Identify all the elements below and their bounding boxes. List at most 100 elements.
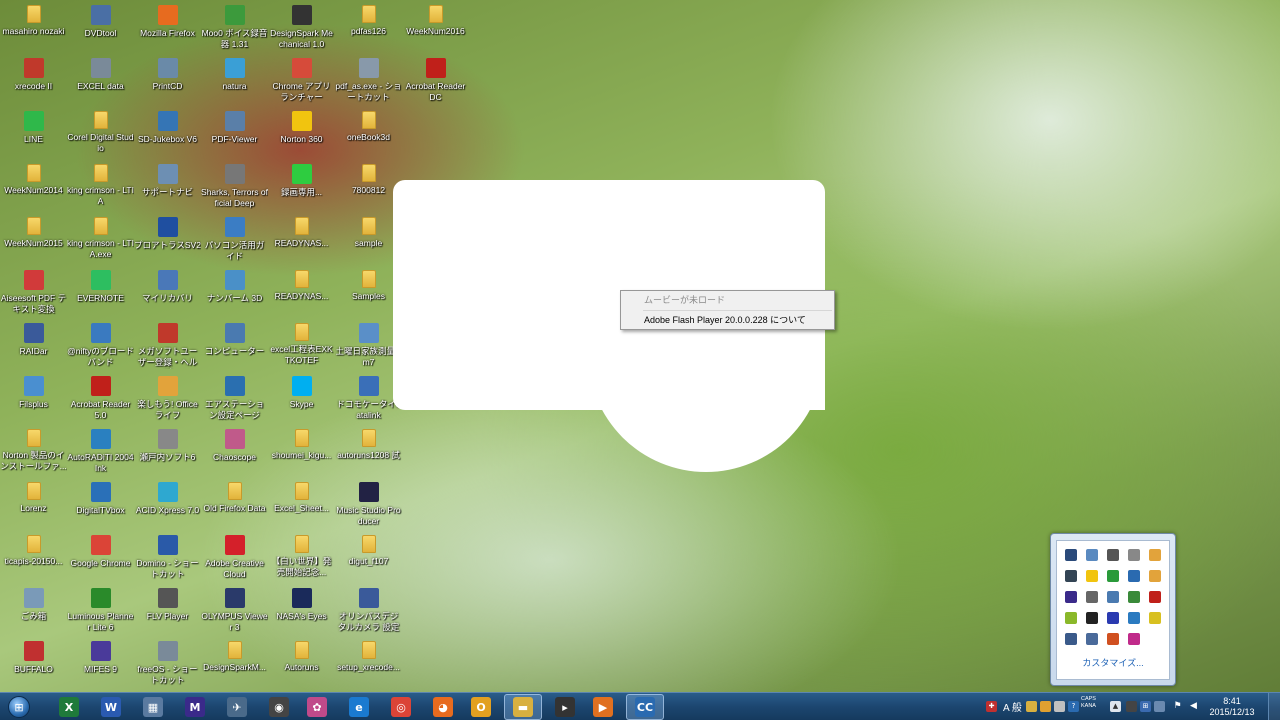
desktop-icon[interactable]: Aiseesoft PDF テキスト変換	[0, 267, 67, 320]
desktop-icon[interactable]: 土曜日家族測量.km7	[335, 320, 402, 373]
flash-content-circle[interactable]	[588, 236, 824, 472]
desktop-icon[interactable]: DigitalTVbox	[67, 479, 134, 532]
desktop-icon[interactable]: 楽しもう! Office ライフ	[134, 373, 201, 426]
action-center-flag-icon[interactable]: ⚑	[1172, 701, 1183, 712]
display-icon[interactable]	[1065, 570, 1077, 582]
taskbar-button[interactable]: ✈	[218, 694, 256, 720]
desktop-icon[interactable]: メガソフトユーザー登録・ヘルプ	[134, 320, 201, 373]
desktop-icon[interactable]: pdf_as.exe - ショートカット	[335, 55, 402, 108]
desktop-icon[interactable]: Norton 製品のインストールファ...	[0, 426, 67, 479]
ime-pad-icon[interactable]	[1026, 701, 1037, 712]
desktop-icon[interactable]: Domino - ショートカット	[134, 532, 201, 585]
security-icon[interactable]	[1065, 612, 1077, 624]
desktop-icon[interactable]: 7800812	[335, 161, 402, 214]
desktop-icon[interactable]: Mozilla Firefox	[134, 2, 201, 55]
desktop-icon[interactable]: Samples	[335, 267, 402, 320]
taskbar-button[interactable]: O	[462, 694, 500, 720]
taskbar-button[interactable]: ✿	[298, 694, 336, 720]
desktop-icon[interactable]: NASA's Eyes	[268, 585, 335, 638]
desktop-icon[interactable]: excel工程表EXKTKOTEF	[268, 320, 335, 373]
desktop-icon[interactable]: マイリカバリ	[134, 267, 201, 320]
desktop-icon[interactable]: DesignSpark Mechanical 1.0	[268, 2, 335, 55]
monitor-icon[interactable]	[1065, 549, 1077, 561]
desktop-icon[interactable]: READYNAS...	[268, 267, 335, 320]
desktop-icon[interactable]: Acrobat Reader 5.0	[67, 373, 134, 426]
desktop-icon[interactable]: natura	[201, 55, 268, 108]
taskbar-button[interactable]: W	[92, 694, 130, 720]
desktop-icon[interactable]: RAIDar	[0, 320, 67, 373]
desktop-icon[interactable]: ごみ箱	[0, 585, 67, 638]
desktop-icon[interactable]: freeOS - ショートカット	[134, 638, 201, 691]
desktop-icon[interactable]: プロアトラスSV2	[134, 214, 201, 267]
windows-flag-icon[interactable]: ⊞	[1140, 701, 1151, 712]
help-icon[interactable]: ?	[1068, 701, 1079, 712]
disc-icon[interactable]	[1086, 549, 1098, 561]
desktop-icon[interactable]: DesignSparkM...	[201, 638, 268, 691]
desktop-icon[interactable]: WeekNum2014	[0, 161, 67, 214]
desktop-icon[interactable]: ドコモケータイdatalink	[335, 373, 402, 426]
desktop-icon[interactable]: MIFES 9	[67, 638, 134, 691]
desktop-icon[interactable]: Filsplus	[0, 373, 67, 426]
taskbar-button[interactable]: ▶	[584, 694, 622, 720]
desktop-icon[interactable]: Chrome アプリ ランチャー	[268, 55, 335, 108]
desktop-icon[interactable]: パソコン活用ガイド	[201, 214, 268, 267]
acrobat-tray-icon[interactable]	[1149, 591, 1161, 603]
usb-icon[interactable]	[1107, 591, 1119, 603]
gear-icon[interactable]	[1149, 570, 1161, 582]
desktop-icon[interactable]: 【白い世界】発売開始記念...	[268, 532, 335, 585]
desktop-icon[interactable]: king crimson - LTIA	[67, 161, 134, 214]
desktop-icon[interactable]: BUFFALO	[0, 638, 67, 691]
lan-icon[interactable]	[1086, 633, 1098, 645]
desktop-icon[interactable]: EXCEL data	[67, 55, 134, 108]
desktop-icon[interactable]: ナンバーム 3D	[201, 267, 268, 320]
desktop-icon[interactable]: DVDtool	[67, 2, 134, 55]
desktop-icon[interactable]: pdfas126	[335, 2, 402, 55]
desktop-icon[interactable]: Music Studio Producer	[335, 479, 402, 532]
network-signal-icon[interactable]	[1126, 701, 1137, 712]
ime-indicator[interactable]: A 般	[1003, 699, 1022, 714]
norton-tray-icon[interactable]	[1086, 570, 1098, 582]
speaker-icon[interactable]: ◀	[1188, 701, 1199, 712]
taskbar-button[interactable]: e	[340, 694, 378, 720]
desktop-icon[interactable]: autoruns1208 試	[335, 426, 402, 479]
desktop-icon[interactable]: FLV Player	[134, 585, 201, 638]
desktop-icon[interactable]: Google Chrome	[67, 532, 134, 585]
desktop-icon[interactable]: xrecode II	[0, 55, 67, 108]
desktop-icon[interactable]: Sharks, Terrors official Deep	[201, 161, 268, 214]
mifes-tray-icon[interactable]	[1065, 591, 1077, 603]
shield-icon[interactable]: ✚	[986, 701, 997, 712]
tv-icon[interactable]	[1107, 612, 1119, 624]
start-button[interactable]: ⊞	[2, 693, 36, 720]
desktop-icon[interactable]: WeekNum2015	[0, 214, 67, 267]
desktop-icon[interactable]: Corel Digital Studio	[67, 108, 134, 161]
desktop-icon[interactable]: masahiro nozaki	[0, 2, 67, 55]
desktop-icon[interactable]: Luminous Planner Lite 6	[67, 585, 134, 638]
desktop-icon[interactable]: READYNAS...	[268, 214, 335, 267]
desktop-icon[interactable]: Acrobat Reader DC	[402, 55, 469, 108]
desktop-icon[interactable]: EVERNOTE	[67, 267, 134, 320]
speaker-tray-icon[interactable]	[1086, 612, 1098, 624]
menu-item-about-flash-player[interactable]: Adobe Flash Player 20.0.0.228 について	[621, 311, 834, 330]
taskbar-button[interactable]: CC	[626, 694, 664, 720]
desktop-icon[interactable]: sample	[335, 214, 402, 267]
ime-tools-icon[interactable]	[1054, 701, 1065, 712]
desktop-icon[interactable]: WeekNum2016	[402, 2, 469, 55]
desktop-icon[interactable]: PrintCD	[134, 55, 201, 108]
tray-customize-link[interactable]: カスタマイズ...	[1057, 656, 1169, 669]
taskbar-button[interactable]: X	[50, 694, 88, 720]
desktop-icon[interactable]: Skype	[268, 373, 335, 426]
desktop-icon[interactable]: Adobe Creative Cloud	[201, 532, 268, 585]
desktop-icon[interactable]: Chaoscope	[201, 426, 268, 479]
desktop-icon[interactable]: SD-Jukebox V6	[134, 108, 201, 161]
taskbar-button[interactable]: ◕	[424, 694, 462, 720]
desktop-icon[interactable]: oneBook3d	[335, 108, 402, 161]
taskbar-button[interactable]: ▬	[504, 694, 542, 720]
device-icon[interactable]	[1065, 633, 1077, 645]
taskbar-button[interactable]: ◎	[382, 694, 420, 720]
signal-icon[interactable]	[1107, 570, 1119, 582]
desktop-icon[interactable]: Excel_Sheet...	[268, 479, 335, 532]
device-tray-icon[interactable]	[1154, 701, 1165, 712]
camera-icon[interactable]	[1086, 591, 1098, 603]
desktop-icon[interactable]: 瀬戸内ソフト6	[134, 426, 201, 479]
show-hidden-icons-button[interactable]: ▲	[1110, 701, 1121, 712]
